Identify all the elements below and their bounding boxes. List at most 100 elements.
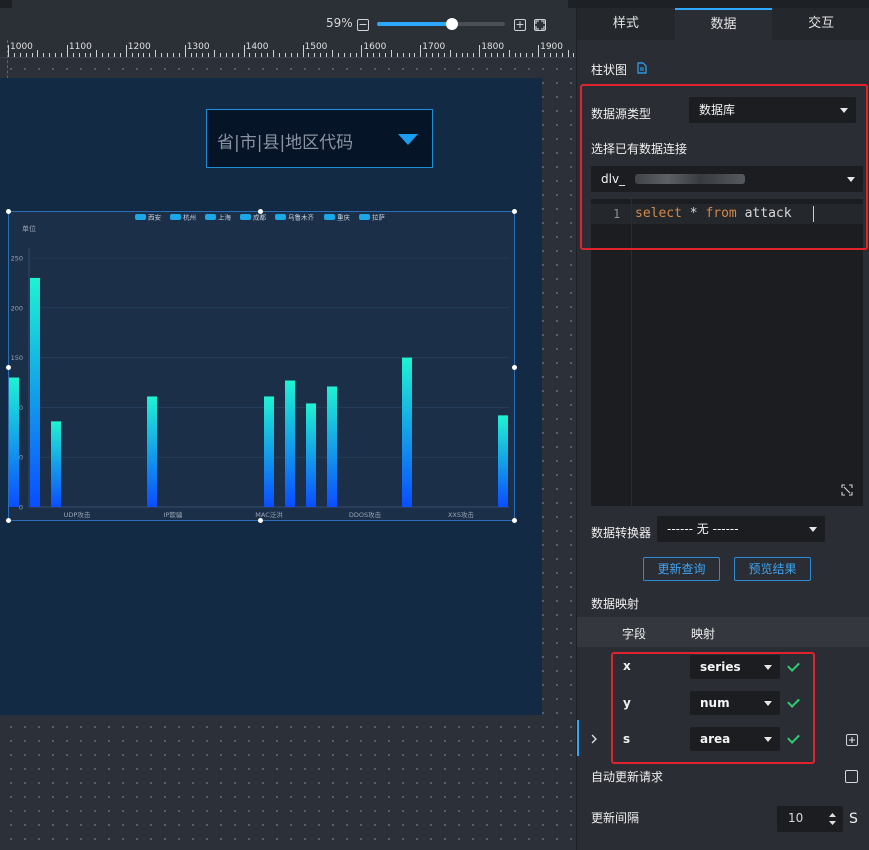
ruler-tick — [361, 45, 363, 57]
ruler-minor-tick — [172, 53, 174, 57]
ruler-minor-tick — [96, 50, 98, 57]
ruler-minor-tick — [437, 53, 439, 57]
ruler-label: 1700 — [422, 42, 446, 52]
x-tick-label: IP欺骗 — [164, 510, 183, 519]
ruler-label: 1500 — [304, 42, 328, 52]
ruler-minor-tick — [161, 53, 163, 57]
ruler-minor-tick — [502, 53, 504, 57]
panel-tabs: 样式 数据 交互 — [577, 8, 869, 40]
bar — [285, 380, 295, 507]
ruler-label: 1000 — [10, 42, 33, 52]
component-title: 柱状图 — [591, 63, 628, 77]
ruler-tick — [479, 45, 481, 57]
x-tick-label: XXS攻击 — [448, 510, 475, 519]
converter-select[interactable]: ------ 无 ------ — [657, 516, 825, 542]
highlight-box-mapping — [611, 652, 815, 764]
interval-unit: S — [849, 811, 858, 827]
ruler-minor-tick — [284, 53, 286, 57]
zoom-slider[interactable] — [377, 22, 505, 26]
expand-icon[interactable] — [841, 484, 853, 496]
ruler-minor-tick — [90, 53, 92, 57]
tab-style[interactable]: 样式 — [577, 8, 675, 40]
stepper-icon[interactable] — [828, 811, 837, 827]
legend-label: 杭州 — [183, 213, 196, 222]
chevron-right-icon[interactable] — [591, 734, 598, 744]
mapping-header-map: 映射 — [691, 627, 716, 641]
zoom-out-button[interactable]: − — [357, 19, 369, 31]
row-indicator — [577, 720, 579, 756]
resize-handle[interactable] — [258, 518, 263, 523]
legend-swatch — [135, 214, 146, 220]
ruler-minor-tick — [402, 53, 404, 57]
ruler-minor-tick — [308, 53, 310, 57]
x-tick-label: DDOS攻击 — [349, 510, 382, 519]
ruler-minor-tick — [225, 53, 227, 57]
ruler-minor-tick — [278, 53, 280, 57]
resize-handle[interactable] — [6, 209, 11, 214]
ruler-minor-tick — [143, 53, 145, 57]
ruler-minor-tick — [220, 53, 222, 57]
ruler-label: 1900 — [540, 42, 563, 52]
ruler-minor-tick — [25, 53, 27, 57]
ruler-minor-tick — [155, 50, 157, 57]
ruler-minor-tick — [49, 53, 51, 57]
interval-input[interactable]: 10 — [777, 806, 843, 832]
ruler-minor-tick — [408, 53, 410, 57]
zoom-slider-handle[interactable] — [446, 18, 458, 30]
ruler-minor-tick — [337, 53, 339, 57]
refresh-query-button[interactable]: 更新查询 — [643, 557, 720, 581]
top-strip — [0, 0, 576, 8]
ruler-minor-tick — [490, 53, 492, 57]
mapping-header-field: 字段 — [622, 627, 647, 641]
panel-top-strip — [577, 0, 869, 8]
ruler-tick — [420, 45, 422, 57]
tab-interaction[interactable]: 交互 — [772, 8, 869, 40]
zoom-in-button[interactable]: + — [514, 19, 526, 31]
resize-handle[interactable] — [6, 365, 11, 370]
legend-swatch — [324, 214, 335, 220]
ruler-minor-tick — [214, 50, 216, 57]
resize-handle[interactable] — [258, 209, 263, 214]
ruler-label: 1100 — [68, 42, 92, 52]
chevron-down-icon — [398, 134, 418, 145]
ruler-minor-tick — [78, 53, 80, 57]
legend-swatch — [205, 214, 216, 220]
ruler-label: 1200 — [127, 42, 151, 52]
legend-swatch — [359, 214, 370, 220]
y-tick-label: 250 — [11, 255, 23, 263]
resize-handle[interactable] — [512, 365, 517, 370]
region-code-placeholder: 省|市|县|地区代码 — [217, 133, 354, 153]
ruler-minor-tick — [532, 53, 534, 57]
preview-result-button[interactable]: 预览结果 — [734, 557, 811, 581]
resize-handle[interactable] — [6, 518, 11, 523]
ruler-minor-tick — [561, 53, 563, 57]
legend-label: 乌鲁木齐 — [288, 213, 315, 222]
document-icon[interactable] — [637, 62, 647, 74]
converter-value: ------ 无 ------ — [667, 522, 739, 536]
bar — [498, 415, 508, 507]
ruler-minor-tick — [202, 53, 204, 57]
y-tick-label: 200 — [11, 304, 23, 312]
ruler-minor-tick — [119, 53, 121, 57]
resize-handle[interactable] — [512, 518, 517, 523]
add-icon[interactable] — [846, 734, 858, 746]
ruler-minor-tick — [443, 53, 445, 57]
region-code-select[interactable]: 省|市|县|地区代码 — [206, 109, 433, 168]
ruler-minor-tick — [261, 53, 263, 57]
ruler-minor-tick — [43, 53, 45, 57]
ruler-minor-tick — [190, 53, 192, 57]
ruler-label: 1300 — [186, 42, 210, 52]
ruler-minor-tick — [496, 53, 498, 57]
ruler-minor-tick — [267, 53, 269, 57]
y-tick-label: 150 — [11, 354, 23, 362]
fit-screen-icon[interactable] — [534, 19, 546, 31]
ruler-minor-tick — [137, 53, 139, 57]
ruler-minor-tick — [249, 53, 251, 57]
chevron-down-icon — [809, 527, 817, 532]
resize-handle[interactable] — [512, 209, 517, 214]
bar-chart-component[interactable]: 单位050100150200250UDP攻击IP欺骗MAC泛洪DDOS攻击XXS… — [8, 211, 515, 521]
ruler-minor-tick — [331, 50, 333, 57]
tab-data[interactable]: 数据 — [674, 8, 773, 40]
ruler-minor-tick — [449, 50, 451, 57]
auto-update-checkbox[interactable] — [845, 770, 858, 783]
